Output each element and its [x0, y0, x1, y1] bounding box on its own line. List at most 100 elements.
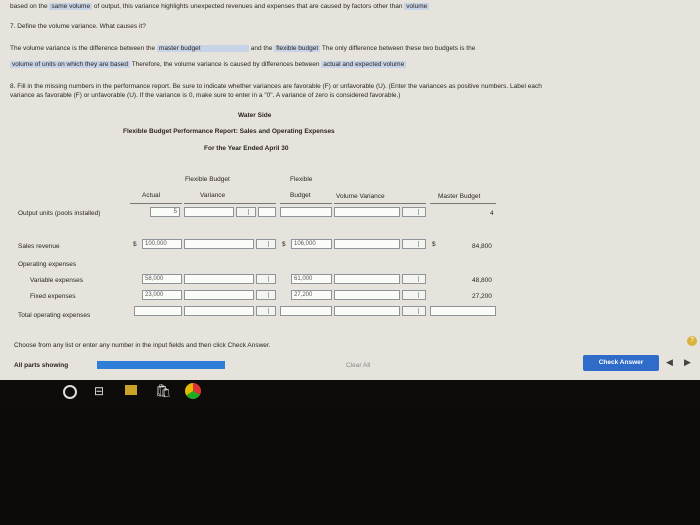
- variable-flex-var-input[interactable]: [184, 274, 254, 284]
- sales-master-value: 84,800: [472, 243, 492, 250]
- help-icon[interactable]: ?: [687, 336, 697, 346]
- chevron-down-icon: [418, 241, 424, 247]
- fixed-actual-value: 23,000: [142, 290, 182, 300]
- q7-dropdown-master-budget[interactable]: master budget: [156, 45, 249, 52]
- q7-dropdown-actual-expected[interactable]: actual and expected volume: [321, 61, 407, 68]
- variable-vol-var-input[interactable]: [334, 274, 400, 284]
- top-text: based on the same volume of output, this…: [10, 3, 430, 10]
- underline-flex: [280, 203, 332, 204]
- fixed-vol-var-input[interactable]: [334, 290, 400, 300]
- chevron-down-icon: [268, 292, 274, 298]
- sales-flex-var-fu-select[interactable]: [256, 239, 276, 249]
- col-actual: Actual: [142, 192, 161, 199]
- q7-text-c: The only difference between these two bu…: [321, 45, 476, 52]
- hint-text: Choose from any list or enter any number…: [14, 342, 271, 349]
- output-vol-var-fu-select[interactable]: [402, 207, 426, 217]
- output-master-value: 4: [490, 210, 494, 217]
- prev-icon[interactable]: ◀: [666, 357, 673, 368]
- check-answer-button[interactable]: Check Answer: [583, 355, 659, 371]
- sales-vol-var-input[interactable]: [334, 239, 400, 249]
- clear-all-button[interactable]: Clear All: [346, 362, 370, 369]
- output-actual-value: 5: [150, 207, 180, 217]
- sales-master-dollar: $: [432, 241, 436, 248]
- total-master-input[interactable]: [430, 306, 496, 316]
- row-opex-label: Operating expenses: [18, 261, 77, 268]
- underline-actual: [130, 203, 182, 204]
- question8-line2: variance as favorable (F) or unfavorable…: [10, 92, 401, 99]
- sales-flex-var-input[interactable]: [184, 239, 254, 249]
- top-text-middle: of output, this variance highlights unex…: [93, 3, 403, 10]
- browser-page: based on the same volume of output, this…: [0, 0, 700, 392]
- variable-master-value: 48,800: [472, 277, 492, 284]
- question7-line2: volume of units on which they are based …: [10, 61, 407, 68]
- sales-vol-var-fu-select[interactable]: [402, 239, 426, 249]
- q7-dropdown-flexible-budget[interactable]: flexible budget: [274, 45, 321, 52]
- fixed-flex-var-input[interactable]: [184, 290, 254, 300]
- output-vol-var-input[interactable]: [334, 207, 400, 217]
- task-view-icon[interactable]: ⊟: [94, 384, 104, 398]
- chevron-down-icon: [268, 308, 274, 314]
- chevron-down-icon: [418, 308, 424, 314]
- chevron-down-icon: [268, 241, 274, 247]
- col-flex-2: Budget: [290, 192, 311, 199]
- company-name: Water Side: [238, 112, 272, 119]
- chevron-down-icon: [248, 209, 254, 215]
- q7-dropdown-volume-units[interactable]: volume of units on which they are based: [10, 61, 130, 68]
- chevron-down-icon: [268, 276, 274, 282]
- variable-actual-value: 58,000: [142, 274, 182, 284]
- chevron-down-icon: [418, 292, 424, 298]
- row-output-label: Output units (pools installed): [18, 210, 101, 217]
- sales-flex-value: 106,000: [291, 239, 332, 249]
- top-text-prefix: based on the: [10, 3, 48, 10]
- sales-actual-value: 100,000: [142, 239, 182, 249]
- chevron-down-icon: [418, 276, 424, 282]
- question8-line1: 8. Fill in the missing numbers in the pe…: [10, 83, 542, 90]
- chrome-icon[interactable]: [185, 383, 201, 399]
- fixed-flex-var-fu-select[interactable]: [256, 290, 276, 300]
- total-flex-input[interactable]: [280, 306, 332, 316]
- fixed-flex-value: 27,200: [291, 290, 332, 300]
- sales-actual-dollar: $: [133, 241, 137, 248]
- underline-flex-var: [184, 203, 276, 204]
- col-volume-variance: Volume Variance: [336, 193, 385, 200]
- total-vol-var-fu-select[interactable]: [402, 306, 426, 316]
- report-period: For the Year Ended April 30: [204, 145, 289, 152]
- underline-vol-var: [334, 203, 426, 204]
- sales-flex-dollar: $: [282, 241, 286, 248]
- col-flex-var-2: Variance: [200, 192, 226, 199]
- next-icon[interactable]: ▶: [684, 357, 691, 368]
- question7-label: 7. Define the volume variance. What caus…: [10, 23, 146, 30]
- volume-answer[interactable]: volume: [404, 3, 430, 10]
- file-explorer-icon[interactable]: [125, 385, 137, 395]
- output-flex-var-input[interactable]: [184, 207, 234, 217]
- total-actual-input[interactable]: [134, 306, 182, 316]
- variable-flex-var-fu-select[interactable]: [256, 274, 276, 284]
- store-icon[interactable]: 🛍: [155, 383, 172, 399]
- taskbar: ⊟ 🛍: [0, 380, 700, 406]
- q7-text-b: and the: [250, 45, 273, 52]
- underline-master: [430, 203, 496, 204]
- progress-bar: [97, 361, 225, 369]
- output-flex-var-extra[interactable]: [258, 207, 276, 217]
- output-flex-input[interactable]: [280, 207, 332, 217]
- search-icon[interactable]: [63, 385, 77, 399]
- variable-vol-var-fu-select[interactable]: [402, 274, 426, 284]
- row-fixed-label: Fixed expenses: [30, 293, 76, 300]
- fixed-vol-var-fu-select[interactable]: [402, 290, 426, 300]
- report-title: Flexible Budget Performance Report: Sale…: [123, 128, 335, 135]
- total-flex-var-fu-select[interactable]: [256, 306, 276, 316]
- col-master-budget: Master Budget: [438, 193, 481, 200]
- output-flex-var-fu-select[interactable]: [236, 207, 256, 217]
- same-volume-answer[interactable]: same volume: [49, 3, 93, 10]
- row-total-label: Total operating expenses: [18, 312, 91, 319]
- question7-line1: The volume variance is the difference be…: [10, 45, 475, 52]
- total-flex-var-input[interactable]: [184, 306, 254, 316]
- all-parts-label: All parts showing: [14, 362, 69, 369]
- q7-text-d: Therefore, the volume variance is caused…: [131, 61, 320, 68]
- row-variable-label: Variable expenses: [30, 277, 83, 284]
- col-flex-var-1: Flexible Budget: [185, 176, 230, 183]
- col-flex-1: Flexible: [290, 176, 313, 183]
- fixed-master-value: 27,200: [472, 293, 492, 300]
- row-sales-label: Sales revenue: [18, 243, 60, 250]
- total-vol-var-input[interactable]: [334, 306, 400, 316]
